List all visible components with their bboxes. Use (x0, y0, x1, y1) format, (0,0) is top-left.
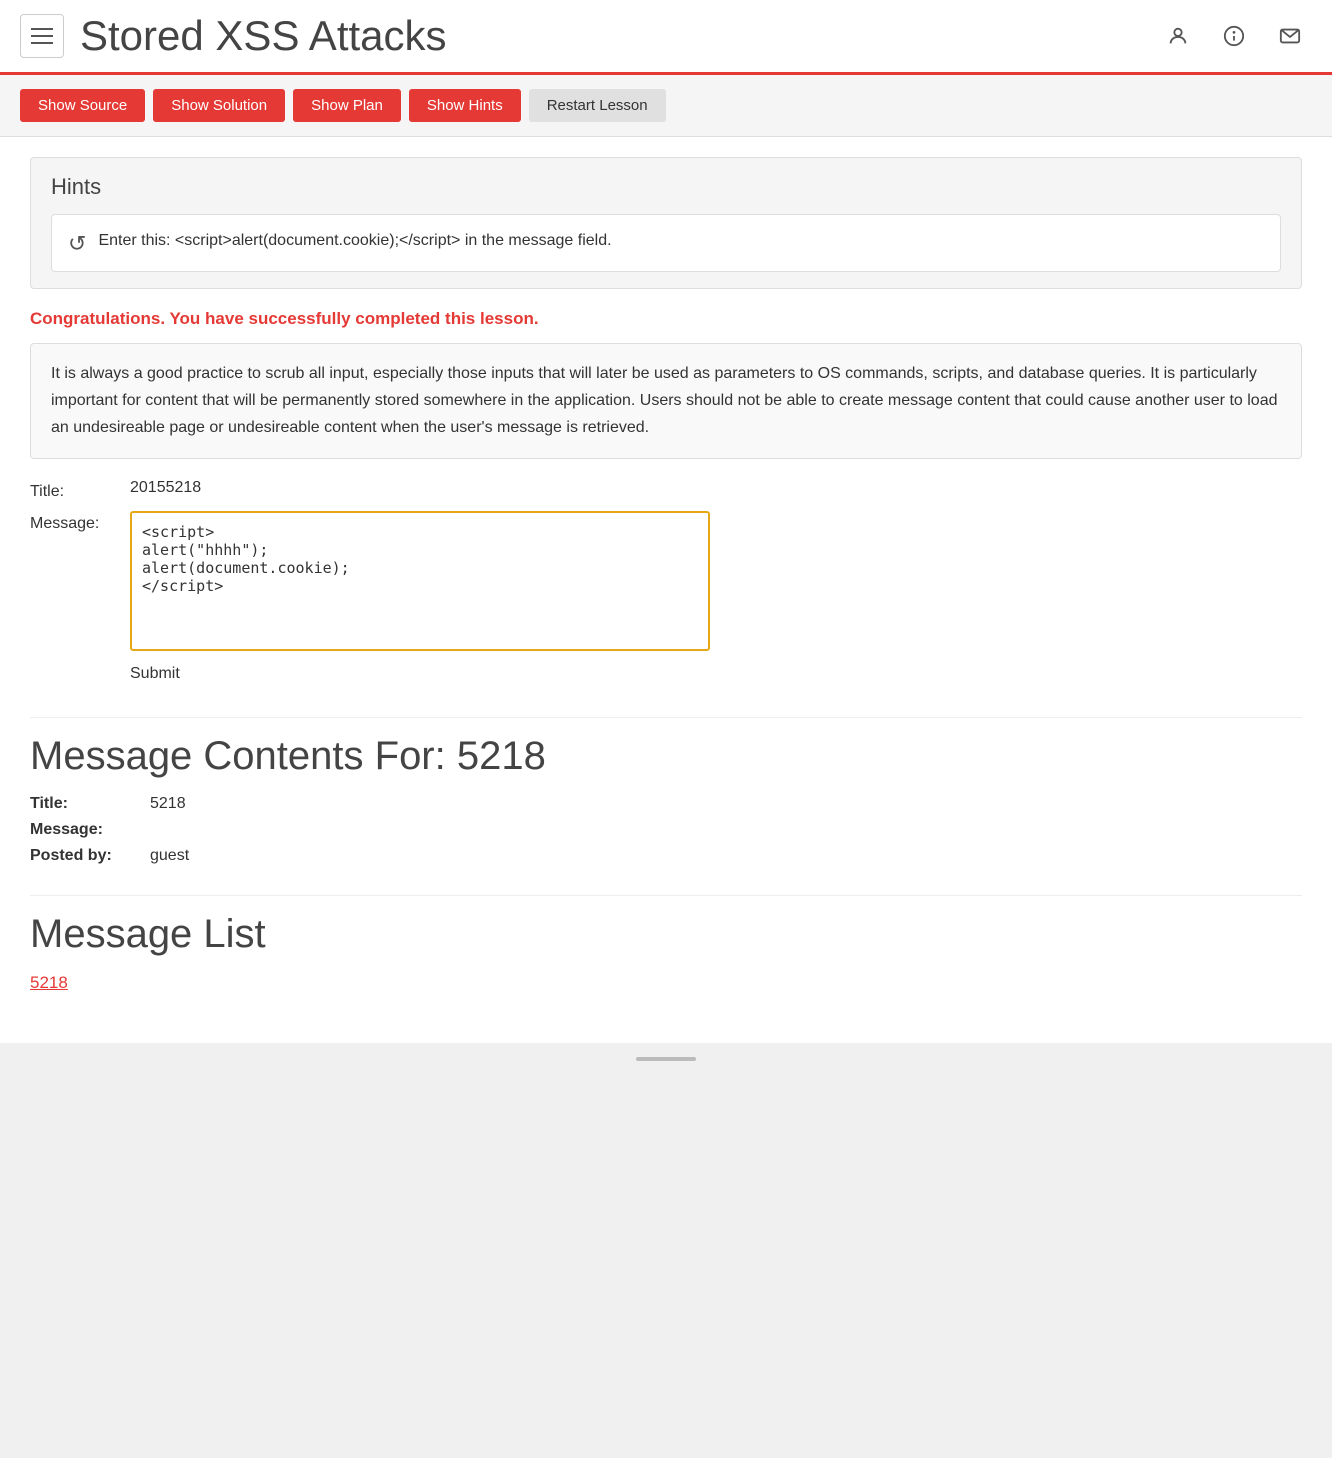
menu-button[interactable] (20, 14, 64, 58)
user-icon (1167, 25, 1189, 47)
title-value: 20155218 (130, 479, 201, 497)
msg-posted-value: guest (150, 847, 189, 865)
mail-icon (1279, 25, 1301, 47)
show-source-button[interactable]: Show Source (20, 89, 145, 122)
message-contents-section: Message Contents For: 5218 Title: 5218 M… (30, 717, 1302, 865)
title-label: Title: (30, 479, 130, 501)
show-hints-button[interactable]: Show Hints (409, 89, 521, 122)
msg-posted-row: Posted by: guest (30, 847, 1302, 865)
msg-title-value: 5218 (150, 795, 186, 813)
title-row: Title: 20155218 (30, 479, 1302, 501)
message-list-title: Message List (30, 912, 1302, 957)
menu-line-1 (31, 28, 53, 30)
msg-posted-label: Posted by: (30, 847, 150, 865)
user-icon-button[interactable] (1156, 14, 1200, 58)
submit-row: Submit (30, 661, 1302, 687)
header-icons (1156, 14, 1312, 58)
hint-back-icon: ↺ (68, 231, 86, 257)
msg-message-label: Message: (30, 821, 150, 839)
show-solution-button[interactable]: Show Solution (153, 89, 285, 122)
msg-message-row: Message: (30, 821, 1302, 839)
submit-button[interactable]: Submit (130, 661, 180, 687)
msg-title-row: Title: 5218 (30, 795, 1302, 813)
message-textarea[interactable]: <script> alert("hhhh"); alert(document.c… (130, 511, 710, 651)
message-list-section: Message List 5218 (30, 895, 1302, 993)
menu-line-2 (31, 35, 53, 37)
submit-spacer (30, 661, 130, 665)
message-contents-title: Message Contents For: 5218 (30, 734, 1302, 779)
description-text: It is always a good practice to scrub al… (30, 343, 1302, 459)
restart-lesson-button[interactable]: Restart Lesson (529, 89, 666, 122)
main-content: Show Source Show Solution Show Plan Show… (0, 75, 1332, 1043)
success-message: Congratulations. You have successfully c… (30, 309, 1302, 329)
bottom-handle (636, 1057, 696, 1061)
message-label: Message: (30, 511, 130, 533)
hints-section: Hints ↺ Enter this: <script>alert(docume… (30, 157, 1302, 289)
info-icon-button[interactable] (1212, 14, 1256, 58)
menu-line-3 (31, 42, 53, 44)
msg-title-label: Title: (30, 795, 150, 813)
form-area: Title: 20155218 Message: <script> alert(… (30, 479, 1302, 687)
hints-title: Hints (51, 174, 1281, 200)
mail-icon-button[interactable] (1268, 14, 1312, 58)
hint-item: ↺ Enter this: <script>alert(document.coo… (51, 214, 1281, 272)
header: Stored XSS Attacks (0, 0, 1332, 75)
hint-text: Enter this: <script>alert(document.cooki… (98, 229, 611, 253)
content-area: Hints ↺ Enter this: <script>alert(docume… (0, 137, 1332, 1043)
page-title: Stored XSS Attacks (80, 12, 1156, 60)
message-row: Message: <script> alert("hhhh"); alert(d… (30, 511, 1302, 651)
info-icon (1223, 25, 1245, 47)
description-content: It is always a good practice to scrub al… (51, 365, 1278, 436)
bottom-bar (0, 1043, 1332, 1075)
show-plan-button[interactable]: Show Plan (293, 89, 401, 122)
toolbar: Show Source Show Solution Show Plan Show… (0, 75, 1332, 137)
message-list-link[interactable]: 5218 (30, 973, 68, 992)
